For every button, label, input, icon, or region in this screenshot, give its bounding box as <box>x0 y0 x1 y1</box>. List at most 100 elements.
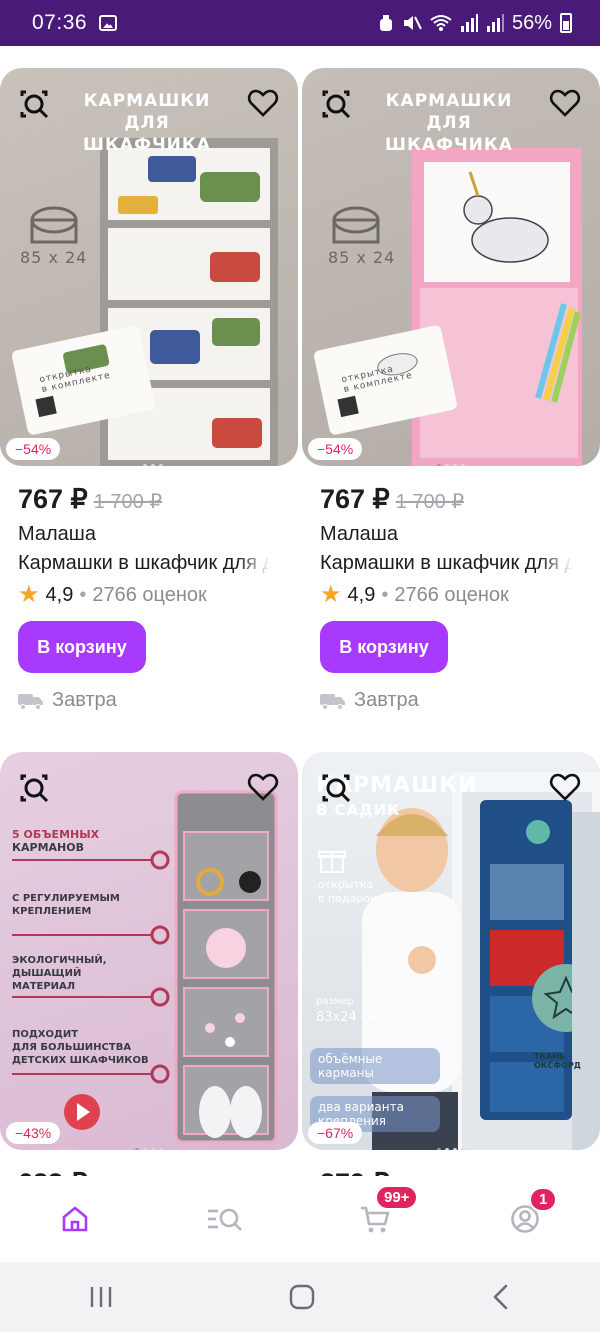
image-heading-line1: КАРМАШКИ <box>83 91 211 111</box>
image-heading-line2: ДЛЯ ШКАФЧИКА <box>83 113 211 155</box>
product-feed[interactable]: КАРМАШКИ ДЛЯ ШКАФЧИКА 85 х 24 открытка в… <box>0 46 600 1176</box>
product-photo <box>12 790 278 1144</box>
status-bar: 07:36 56% <box>0 0 600 46</box>
old-price: 1 700 ₽ <box>93 491 163 513</box>
image-pagination <box>0 464 298 466</box>
favorite-heart-icon[interactable] <box>548 86 582 120</box>
nav-home[interactable] <box>35 1189 115 1249</box>
rating-value: 4,9 <box>347 583 376 606</box>
catalog-search-icon <box>208 1208 242 1231</box>
delivery-row: Завтра <box>302 689 600 712</box>
favorite-heart-icon[interactable] <box>246 86 280 120</box>
reviews-count: 2766 оценок <box>394 583 509 606</box>
price-row: 767 ₽ 1 700 ₽ <box>0 484 298 515</box>
feature-3-line2: ДЫШАЩИЙ <box>12 968 82 979</box>
back-icon[interactable] <box>489 1283 513 1311</box>
product-image[interactable]: 5 ОБЪЕМНЫХ КАРМАНОВ С РЕГУЛИРУЕМЫМ КРЕПЛ… <box>0 752 298 1150</box>
find-similar-icon[interactable] <box>16 770 52 806</box>
price-row: 683 ₽ <box>0 1168 298 1176</box>
gift-text-line1: открытка <box>318 878 374 891</box>
rating-value: 4,9 <box>45 583 74 606</box>
status-time: 07:36 <box>32 11 88 34</box>
separator-dot: • <box>79 583 87 606</box>
delivery-text: Завтра <box>52 689 117 711</box>
discount-badge: −43% <box>6 1122 61 1144</box>
feature-1-line1: 5 ОБЪЕМНЫХ <box>12 828 100 841</box>
add-to-cart-button[interactable]: В корзину <box>320 621 448 673</box>
product-image[interactable]: КАРМАШКИ ДЛЯ ШКАФЧИКА 85 х 24 открытка в… <box>0 68 298 466</box>
size-value: 83х24 см <box>316 1010 378 1025</box>
nav-profile[interactable]: 1 <box>485 1187 565 1249</box>
battery-icon <box>560 13 572 33</box>
image-heading-line2: ДЛЯ ШКАФЧИКА <box>385 113 513 155</box>
find-similar-icon[interactable] <box>318 86 354 122</box>
image-size-text: 85 х 24 <box>20 248 88 267</box>
feature-4-line1: ПОДХОДИТ <box>12 1029 79 1040</box>
delivery-truck-icon <box>18 693 43 710</box>
rating-row: ★ 4,9 • 2766 оценок <box>302 583 600 607</box>
feature-4-line2: ДЛЯ БОЛЬШИНСТВА <box>12 1042 132 1053</box>
image-pagination <box>302 464 600 466</box>
favorite-heart-icon[interactable] <box>548 770 582 804</box>
star-icon: ★ <box>320 581 342 608</box>
feature-2-line2: КРЕПЛЕНИЕМ <box>12 906 92 917</box>
feature-3-line1: ЭКОЛОГИЧНЫЙ, <box>12 955 107 966</box>
discount-badge: −67% <box>308 1122 363 1144</box>
image-pagination <box>0 1148 298 1150</box>
image-heading-line1: КАРМАШКИ <box>385 91 513 111</box>
reviews-count: 2766 оценок <box>92 583 207 606</box>
price-row: 879 ₽ <box>302 1168 600 1176</box>
feature-3-line3: МАТЕРИАЛ <box>12 981 76 992</box>
bullet-1: объёмные карманы <box>310 1048 440 1084</box>
product-card[interactable]: КАРМАШКИ ДЛЯ ШКАФЧИКА 85 х 24 открытка в… <box>0 68 298 712</box>
home-system-icon[interactable] <box>288 1283 316 1311</box>
home-icon <box>62 1206 88 1232</box>
product-image[interactable]: КАРМАШКИ ДЛЯ ШКАФЧИКА 85 х 24 открытка в… <box>302 68 600 466</box>
delivery-row: Завтра <box>0 689 298 712</box>
favorite-heart-icon[interactable] <box>246 770 280 804</box>
product-card[interactable]: КАРМАШКИ ДЛЯ ШКАФЧИКА 85 х 24 открытка в… <box>302 68 600 712</box>
price: 879 ₽ <box>320 1168 390 1176</box>
feature-4-line3: ДЕТСКИХ ШКАФЧИКОВ <box>12 1055 149 1066</box>
discount-badge: −54% <box>6 438 61 460</box>
separator-dot: • <box>381 583 389 606</box>
brand[interactable]: Малаша <box>0 523 298 546</box>
alarm-icon <box>379 15 392 31</box>
price: 767 ₽ <box>320 484 390 514</box>
rating-row: ★ 4,9 • 2766 оценок <box>0 583 298 607</box>
price-row: 767 ₽ 1 700 ₽ <box>302 484 600 515</box>
signal-icon <box>460 14 478 32</box>
delivery-text: Завтра <box>354 689 419 711</box>
wifi-icon <box>430 15 452 31</box>
product-title[interactable]: Кармашки в шкафчик для детского сада <box>0 552 270 575</box>
feature-1-line2: КАРМАНОВ <box>12 841 84 854</box>
mute-icon <box>403 16 422 30</box>
product-image[interactable]: КАРМАШКИ В САДИК открытка в подарок разм… <box>302 752 600 1150</box>
nav-cart[interactable]: 99+ <box>335 1185 419 1249</box>
product-card[interactable]: 5 ОБЪЕМНЫХ КАРМАНОВ С РЕГУЛИРУЕМЫМ КРЕПЛ… <box>0 752 298 1176</box>
recent-apps-icon[interactable] <box>87 1285 115 1309</box>
fabric-stamp: ТКАНЬ ОКСФОРД <box>534 1052 581 1070</box>
discount-badge: −54% <box>308 438 363 460</box>
gift-icon <box>318 851 346 873</box>
find-similar-icon[interactable] <box>318 770 354 806</box>
price: 767 ₽ <box>18 484 88 514</box>
find-similar-icon[interactable] <box>16 86 52 122</box>
system-navigation-bar <box>0 1262 600 1332</box>
gift-text-line2: в подарок <box>318 892 377 905</box>
add-to-cart-button[interactable]: В корзину <box>18 621 146 673</box>
price: 683 ₽ <box>18 1168 88 1176</box>
gallery-notification-icon <box>99 15 118 31</box>
feature-2-line1: С РЕГУЛИРУЕМЫМ <box>12 893 120 904</box>
image-pagination <box>302 1148 600 1150</box>
star-icon: ★ <box>18 581 40 608</box>
status-icons: 56% <box>378 12 572 35</box>
product-card[interactable]: КАРМАШКИ В САДИК открытка в подарок разм… <box>302 752 600 1176</box>
battery-percent: 56% <box>511 11 552 34</box>
delivery-truck-icon <box>320 693 345 710</box>
old-price: 1 700 ₽ <box>395 491 465 513</box>
nav-catalog[interactable] <box>185 1189 265 1249</box>
product-title[interactable]: Кармашки в шкафчик для детского сада <box>302 552 572 575</box>
profile-badge: 1 <box>529 1187 558 1212</box>
brand[interactable]: Малаша <box>302 523 600 546</box>
